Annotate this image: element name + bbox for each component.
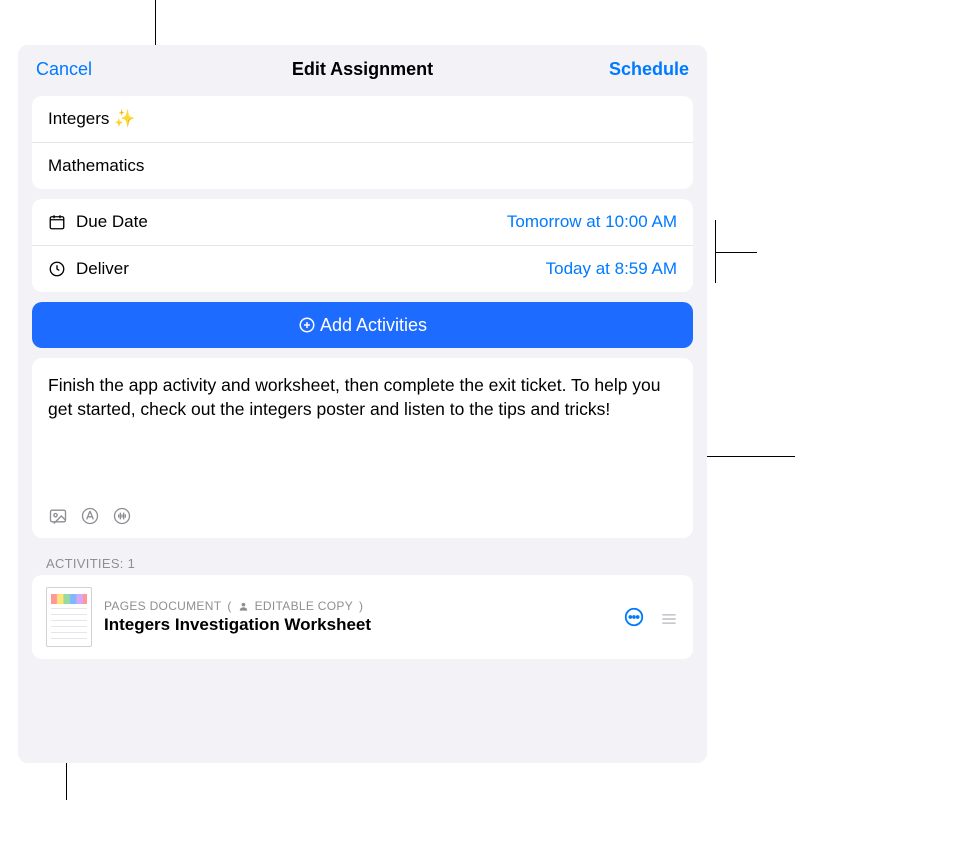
deliver-value: Today at 8:59 AM [546,259,677,279]
class-text: Mathematics [48,156,144,176]
activity-info: PAGES DOCUMENT ( EDITABLE COPY ) Integer… [104,599,371,635]
media-toolbar [48,506,132,526]
activity-copy-label: EDITABLE COPY [255,599,353,613]
schedule-button[interactable]: Schedule [609,59,689,80]
document-thumbnail [46,587,92,647]
activity-meta: PAGES DOCUMENT ( EDITABLE COPY ) [104,599,371,613]
dates-card: Due Date Tomorrow at 10:00 AM Deliver To… [32,199,693,292]
deliver-row[interactable]: Deliver Today at 8:59 AM [32,245,693,292]
add-activities-button[interactable]: Add Activities [32,302,693,348]
edit-assignment-panel: Cancel Edit Assignment Schedule Integers… [18,45,707,763]
markup-icon[interactable] [80,506,100,526]
assignment-title-field[interactable]: Integers ✨ [32,96,693,142]
drag-handle-icon[interactable] [659,609,679,625]
plus-circle-icon [298,316,316,334]
deliver-label: Deliver [76,259,129,279]
panel-header: Cancel Edit Assignment Schedule [18,45,707,90]
audio-icon[interactable] [112,506,132,526]
activity-type-label: PAGES DOCUMENT [104,599,221,613]
cancel-button[interactable]: Cancel [36,59,92,80]
more-icon[interactable] [623,606,645,628]
activities-section-header: ACTIVITIES: 1 [46,556,679,571]
due-date-value: Tomorrow at 10:00 AM [507,212,677,232]
clock-icon [48,260,66,278]
callout-line [715,252,757,253]
class-field[interactable]: Mathematics [32,142,693,189]
photo-icon[interactable] [48,506,68,526]
activity-title: Integers Investigation Worksheet [104,615,371,635]
calendar-icon [48,213,66,231]
person-icon [238,601,249,612]
activity-actions [623,606,679,628]
instructions-card[interactable]: Finish the app activity and worksheet, t… [32,358,693,538]
add-activities-label: Add Activities [320,315,427,336]
activity-item[interactable]: PAGES DOCUMENT ( EDITABLE COPY ) Integer… [32,575,693,659]
due-date-label: Due Date [76,212,148,232]
instructions-text: Finish the app activity and worksheet, t… [48,374,677,421]
name-card: Integers ✨ Mathematics [32,96,693,189]
due-date-row[interactable]: Due Date Tomorrow at 10:00 AM [32,199,693,245]
page-title: Edit Assignment [292,59,433,80]
assignment-title-text: Integers ✨ [48,109,135,129]
